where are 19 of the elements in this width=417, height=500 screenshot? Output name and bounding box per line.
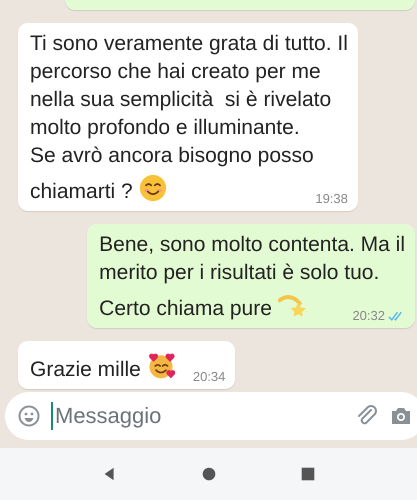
- smiling-face-with-hearts-icon: [146, 352, 175, 380]
- emoji-icon[interactable]: [17, 404, 41, 428]
- message-input-field[interactable]: Messaggio: [5, 392, 417, 440]
- message-text: Se avrò ancora bisogno posso: [30, 144, 314, 167]
- home-icon[interactable]: [200, 465, 218, 483]
- message-text: Certo chiama pure: [99, 296, 272, 322]
- message-text: Bene, sono molto contenta. Ma il: [99, 233, 405, 256]
- message-text: percorso che hai creato per me: [30, 60, 321, 83]
- smiling-face-icon: [138, 174, 167, 202]
- message-time: 19:38: [315, 191, 348, 206]
- message-time: 20:32: [352, 308, 385, 323]
- message-text: Ti sono veramente grata di tutto. Il: [30, 32, 348, 55]
- message-text: nella sua semplicità si è rivelato: [30, 88, 332, 111]
- message-text: molto profondo e illuminante.: [30, 116, 300, 139]
- message-text: merito per i risultati è solo tuo.: [99, 261, 380, 284]
- message-text: Grazie mille: [30, 357, 141, 383]
- message-time: 20:34: [192, 369, 226, 384]
- recents-icon[interactable]: [298, 465, 316, 483]
- message-text: chiamarti ?: [30, 179, 133, 205]
